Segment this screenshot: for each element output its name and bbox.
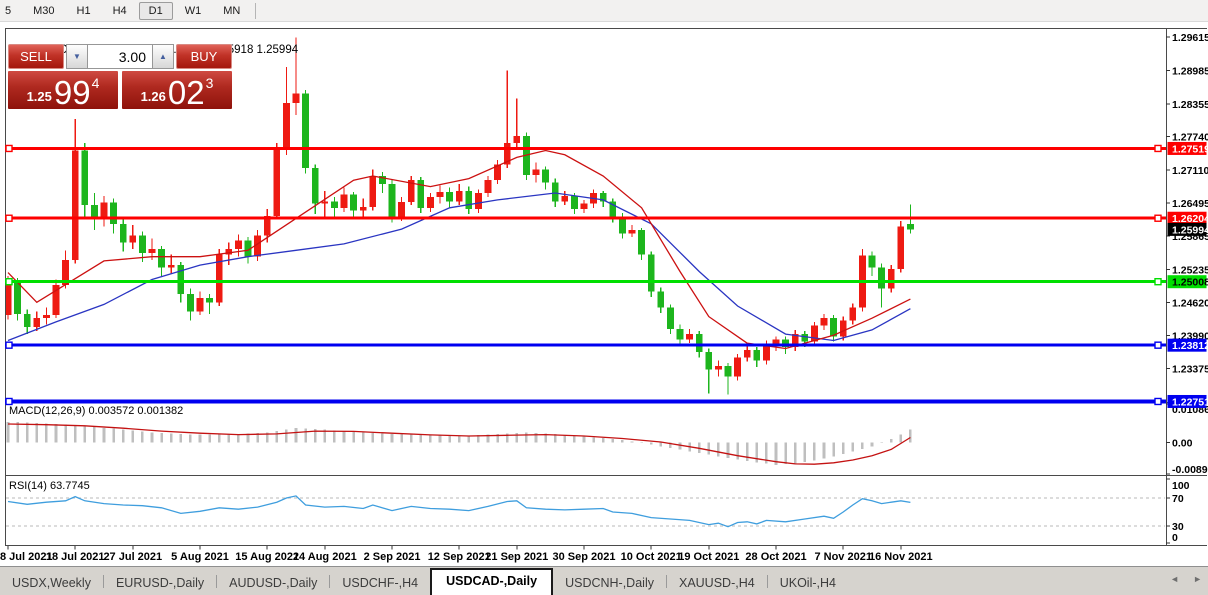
buy-price-prefix: 1.26 <box>140 89 166 104</box>
timeframe-m5-button[interactable]: 5 <box>0 2 21 20</box>
buy-price-pip: 3 <box>205 75 214 91</box>
svg-text:1.27740: 1.27740 <box>1172 132 1208 144</box>
svg-text:21 Sep 2021: 21 Sep 2021 <box>485 551 548 563</box>
chart-tab-bar: USDX,Weekly EURUSD-,Daily AUDUSD-,Daily … <box>0 566 1208 595</box>
svg-text:70: 70 <box>1172 493 1184 505</box>
svg-text:1.23375: 1.23375 <box>1172 363 1208 375</box>
tab-xauusd-h4[interactable]: XAUUSD-,H4 <box>667 572 767 595</box>
timeframe-h1-button[interactable]: H1 <box>67 2 101 20</box>
svg-text:1.25008: 1.25008 <box>1172 277 1208 289</box>
svg-text:2 Sep 2021: 2 Sep 2021 <box>364 551 421 563</box>
svg-text:1.29615: 1.29615 <box>1172 32 1208 44</box>
timeframe-w1-button[interactable]: W1 <box>175 2 212 20</box>
tabs-scroll-right-button[interactable]: ► <box>1193 575 1202 584</box>
svg-text:1.26495: 1.26495 <box>1172 198 1208 210</box>
svg-text:1.27519: 1.27519 <box>1172 143 1208 155</box>
tab-ukoil-h4[interactable]: UKOil-,H4 <box>768 572 848 595</box>
buy-price-big: 02 <box>167 73 205 111</box>
svg-text:1.25994: 1.25994 <box>1172 224 1208 236</box>
tab-scroll-controls: ◄ ► <box>1170 575 1202 584</box>
tab-audusd-daily[interactable]: AUDUSD-,Daily <box>217 572 329 595</box>
down-arrow-icon: ▼ <box>73 52 81 61</box>
svg-text:7 Nov 2021: 7 Nov 2021 <box>814 551 871 563</box>
svg-text:1.22751: 1.22751 <box>1172 396 1208 408</box>
svg-text:18 Jul 2021: 18 Jul 2021 <box>46 551 105 563</box>
svg-text:8 Jul 2021: 8 Jul 2021 <box>0 551 53 563</box>
svg-text:5 Aug 2021: 5 Aug 2021 <box>171 551 229 563</box>
buy-button[interactable]: BUY <box>176 44 232 69</box>
sell-price-pip: 4 <box>91 75 100 91</box>
volume-decrease-button[interactable]: ▼ <box>66 44 88 69</box>
svg-text:1.24620: 1.24620 <box>1172 297 1208 309</box>
svg-text:24 Aug 2021: 24 Aug 2021 <box>293 551 357 563</box>
rsi-panel-layer <box>6 495 1165 528</box>
svg-text:1.27110: 1.27110 <box>1172 165 1208 177</box>
tab-usdx-weekly[interactable]: USDX,Weekly <box>0 572 103 595</box>
volume-increase-button[interactable]: ▲ <box>152 44 174 69</box>
timeframe-mn-button[interactable]: MN <box>213 2 250 20</box>
volume-stepper: ▼ ▲ <box>66 44 174 69</box>
svg-text:1.25235: 1.25235 <box>1172 265 1208 277</box>
macd-panel-layer <box>6 421 912 465</box>
svg-text:16 Nov 2021: 16 Nov 2021 <box>869 551 933 563</box>
svg-text:30 Sep 2021: 30 Sep 2021 <box>553 551 616 563</box>
toolbar-separator <box>255 2 257 19</box>
volume-input[interactable] <box>88 44 152 69</box>
tabs-scroll-left-button[interactable]: ◄ <box>1170 575 1179 584</box>
tab-eurusd-daily[interactable]: EURUSD-,Daily <box>104 572 216 595</box>
svg-text:28 Oct 2021: 28 Oct 2021 <box>745 551 806 563</box>
svg-text:0.00: 0.00 <box>1172 437 1193 449</box>
up-arrow-icon: ▲ <box>159 52 167 61</box>
svg-text:27 Jul 2021: 27 Jul 2021 <box>103 551 162 563</box>
svg-text:0: 0 <box>1172 532 1178 544</box>
svg-text:19 Oct 2021: 19 Oct 2021 <box>678 551 739 563</box>
sell-button[interactable]: SELL <box>8 44 64 69</box>
svg-text:1.28985: 1.28985 <box>1172 66 1208 78</box>
timeframe-toolbar: 5 M30 H1 H4 D1 W1 MN <box>0 0 1208 22</box>
sell-price-big: 99 <box>53 73 91 111</box>
trading-platform-window: 5 M30 H1 H4 D1 W1 MN MACD(12,26,9) 0.003… <box>0 0 1208 595</box>
date-axis: 8 Jul 202118 Jul 202127 Jul 2021 5 Aug 20… <box>0 546 933 563</box>
timeframe-h4-button[interactable]: H4 <box>103 2 137 20</box>
svg-text:1.23812: 1.23812 <box>1172 340 1208 352</box>
timeframe-m30-button[interactable]: M30 <box>23 2 64 20</box>
svg-text:12 Sep 2021: 12 Sep 2021 <box>428 551 491 563</box>
sell-price-prefix: 1.25 <box>26 89 52 104</box>
svg-text:100: 100 <box>1172 480 1190 492</box>
svg-text:10 Oct 2021: 10 Oct 2021 <box>621 551 682 563</box>
svg-text:15 Aug 2021: 15 Aug 2021 <box>235 551 299 563</box>
buy-price-display[interactable]: 1.26 02 3 <box>122 71 232 109</box>
sell-price-display[interactable]: 1.25 99 4 <box>8 71 118 109</box>
one-click-trading-panel: SELL ▼ ▲ BUY 1.25994 1.26023 <box>8 44 232 109</box>
timeframe-d1-button[interactable]: D1 <box>138 1 173 20</box>
svg-text:1.28355: 1.28355 <box>1172 99 1208 111</box>
tab-usdcnh-daily[interactable]: USDCNH-,Daily <box>553 572 666 595</box>
tab-usdcad-daily[interactable]: USDCAD-,Daily <box>430 568 554 595</box>
tab-usdchf-h4[interactable]: USDCHF-,H4 <box>330 572 430 595</box>
svg-text:-0.008974: -0.008974 <box>1172 464 1208 476</box>
